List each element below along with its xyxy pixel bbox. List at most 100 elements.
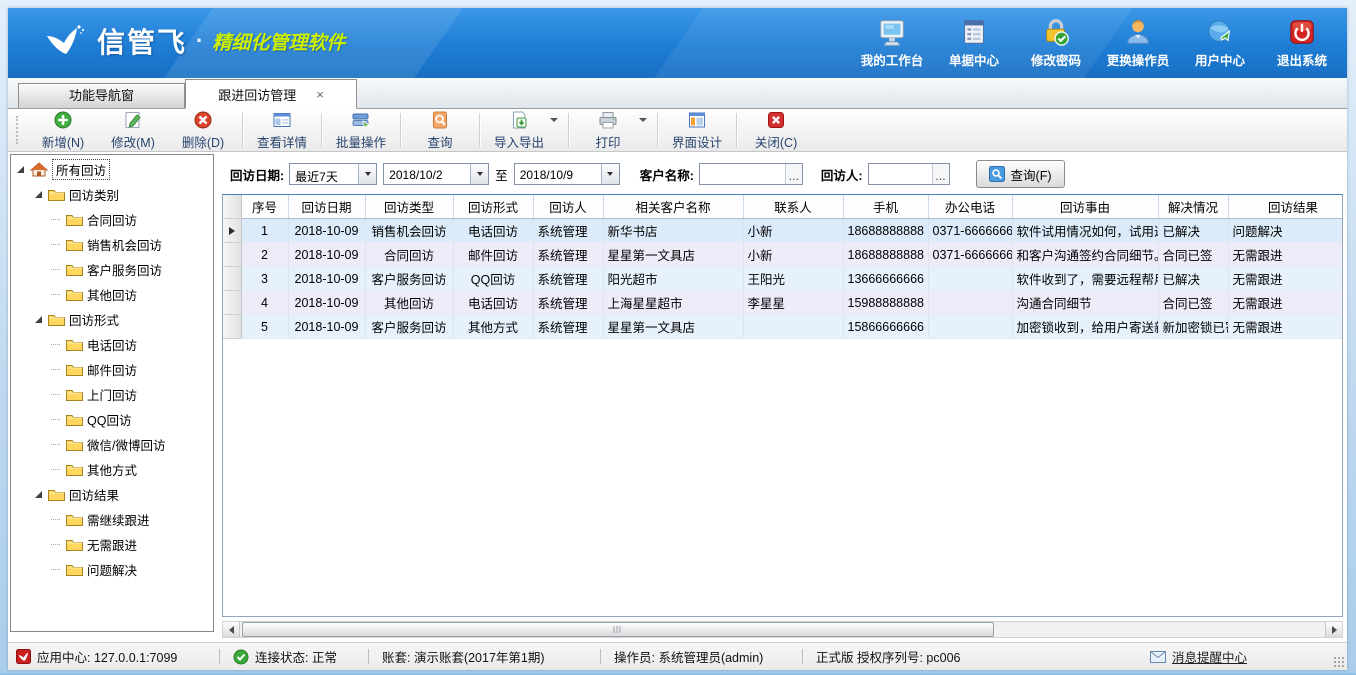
horizontal-scrollbar[interactable] [222,621,1343,638]
tree-item[interactable]: 微信/微博回访 [11,432,213,457]
table-cell[interactable]: 电话回访 [453,219,533,243]
tree-item[interactable]: 电话回访 [11,332,213,357]
table-cell[interactable]: 电话回访 [453,291,533,315]
row-selector[interactable] [223,243,241,267]
search-button[interactable]: 查询(F) [976,160,1065,188]
table-cell[interactable]: 系统管理 [533,243,603,267]
tree-item[interactable]: 合同回访 [11,207,213,232]
table-cell[interactable]: 2018-10-09 [288,267,365,291]
table-cell[interactable]: 软件收到了，需要远程帮用户 [1012,267,1158,291]
resize-grip[interactable] [1333,656,1344,667]
message-center-link[interactable]: 消息提醒中心 [1150,647,1247,666]
batch-operation-button[interactable]: 批量操作 [326,107,396,153]
row-selector[interactable] [223,219,241,243]
tab-close-icon[interactable]: × [316,87,324,102]
delete-button[interactable]: 删除(D) [168,107,238,153]
column-header[interactable]: 回访日期 [288,195,365,219]
table-cell[interactable]: 软件试用情况如何，试用过程 [1012,219,1158,243]
table-cell[interactable]: 星星第一文具店 [603,243,743,267]
tree-item[interactable]: 其他方式 [11,457,213,482]
nav-change-password[interactable]: 修改密码 [1015,17,1097,69]
table-cell[interactable]: 无需跟进 [1228,243,1343,267]
column-header[interactable]: 回访类型 [365,195,453,219]
table-cell[interactable]: 无需跟进 [1228,315,1343,339]
table-cell[interactable]: 系统管理 [533,267,603,291]
table-cell[interactable] [928,315,1012,339]
tree-item[interactable]: 需继续跟进 [11,507,213,532]
query-button[interactable]: 查询 [405,107,475,153]
visitor-field[interactable] [869,164,932,184]
nav-document-center[interactable]: 单据中心 [933,17,1015,69]
table-cell[interactable]: QQ回访 [453,267,533,291]
customer-name-field[interactable] [700,164,785,184]
date-to-picker[interactable]: 2018/10/9 [514,163,620,185]
table-cell[interactable]: 合同已签 [1158,243,1228,267]
table-cell[interactable]: 18688888888 [843,219,928,243]
close-button[interactable]: 关闭(C) [741,107,811,153]
table-cell[interactable]: 客户服务回访 [365,267,453,291]
dropdown-caret-icon[interactable] [639,118,647,122]
table-cell[interactable] [928,267,1012,291]
expand-triangle-icon[interactable] [35,316,42,323]
tree-group-1[interactable]: 回访形式 [11,307,213,332]
column-header[interactable]: 联系人 [743,195,843,219]
expand-triangle-icon[interactable] [35,491,42,498]
table-row[interactable]: 42018-10-09其他回访电话回访系统管理上海星星超市李星星15988888… [223,291,1343,315]
nav-exit-system[interactable]: 退出系统 [1261,17,1343,69]
row-selector[interactable] [223,315,241,339]
table-cell[interactable]: 星星第一文具店 [603,315,743,339]
tree-group-2[interactable]: 回访结果 [11,482,213,507]
table-cell[interactable]: 系统管理 [533,219,603,243]
table-cell[interactable]: 5 [241,315,288,339]
column-header[interactable]: 手机 [843,195,928,219]
table-cell[interactable]: 其他回访 [365,291,453,315]
table-cell[interactable]: 0371-66666666 [928,219,1012,243]
table-cell[interactable]: 合同回访 [365,243,453,267]
table-row[interactable]: 22018-10-09合同回访邮件回访系统管理星星第一文具店小新18688888… [223,243,1343,267]
table-cell[interactable]: 客户服务回访 [365,315,453,339]
table-cell[interactable]: 4 [241,291,288,315]
expand-triangle-icon[interactable] [35,191,42,198]
table-cell[interactable]: 新加密锁已寄 [1158,315,1228,339]
tab-followup-visit-management[interactable]: 跟进回访管理 × [185,79,357,109]
table-cell[interactable]: 2018-10-09 [288,315,365,339]
table-row[interactable]: 52018-10-09客户服务回访其他方式系统管理星星第一文具店15866666… [223,315,1343,339]
tree-item[interactable]: 上门回访 [11,382,213,407]
nav-user-center[interactable]: 用户中心 [1179,17,1261,69]
scroll-left-arrow-icon[interactable] [223,622,240,637]
table-cell[interactable]: 无需跟进 [1228,267,1343,291]
table-row[interactable]: 32018-10-09客户服务回访QQ回访系统管理阳光超市王阳光13666666… [223,267,1343,291]
date-range-select[interactable]: 最近7天 [289,163,377,185]
tree-item[interactable]: 邮件回访 [11,357,213,382]
table-cell[interactable]: 上海星星超市 [603,291,743,315]
table-cell[interactable]: 问题解决 [1228,219,1343,243]
tree-item[interactable]: 问题解决 [11,557,213,582]
table-cell[interactable]: 2 [241,243,288,267]
import-export-button[interactable]: 导入导出 [484,107,564,153]
table-cell[interactable]: 1 [241,219,288,243]
tab-function-navigator[interactable]: 功能导航窗 [18,83,185,108]
ui-design-button[interactable]: 界面设计 [662,107,732,153]
table-cell[interactable]: 其他方式 [453,315,533,339]
table-cell[interactable]: 沟通合同细节 [1012,291,1158,315]
chevron-down-icon[interactable] [601,164,619,184]
table-cell[interactable]: 小新 [743,243,843,267]
table-cell[interactable]: 合同已签 [1158,291,1228,315]
table-cell[interactable]: 小新 [743,219,843,243]
nav-my-workbench[interactable]: 我的工作台 [851,17,933,69]
tree-item[interactable]: 客户服务回访 [11,257,213,282]
table-cell[interactable]: 2018-10-09 [288,219,365,243]
table-row[interactable]: 12018-10-09销售机会回访电话回访系统管理新华书店小新186888888… [223,219,1343,243]
table-cell[interactable]: 阳光超市 [603,267,743,291]
column-header[interactable]: 回访人 [533,195,603,219]
table-cell[interactable] [743,315,843,339]
toolbar-grip[interactable] [16,116,21,144]
column-header[interactable]: 回访事由 [1012,195,1158,219]
print-button[interactable]: 打印 [573,107,653,153]
chevron-down-icon[interactable] [358,164,376,184]
nav-switch-operator[interactable]: 更换操作员 [1097,17,1179,69]
column-header[interactable]: 序号 [241,195,288,219]
table-cell[interactable]: 2018-10-09 [288,291,365,315]
table-cell[interactable]: 0371-66666666 [928,243,1012,267]
table-cell[interactable]: 无需跟进 [1228,291,1343,315]
